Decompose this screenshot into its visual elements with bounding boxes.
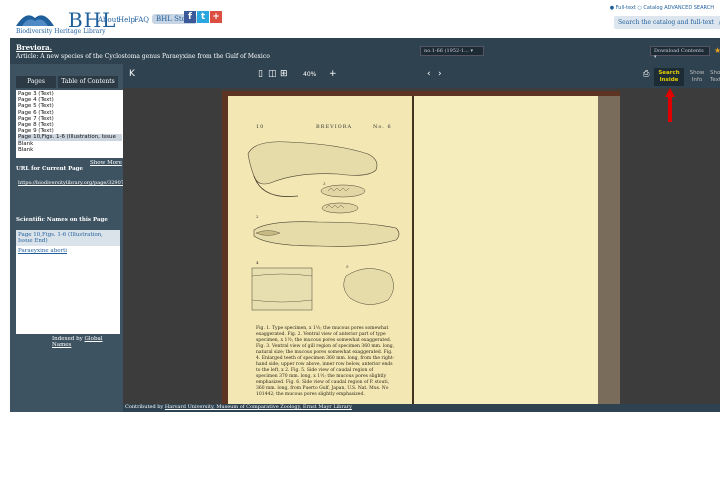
print-icon[interactable]: ⎙ xyxy=(643,69,649,79)
download-contents-button[interactable]: Download Contents ▾ xyxy=(650,46,710,60)
nav-help-link[interactable]: Help xyxy=(118,16,135,24)
article-title[interactable]: Article: A new species of the Cyclostoma… xyxy=(16,53,270,60)
contributor-link[interactable]: Harvard University, Museum of Comparativ… xyxy=(165,404,352,410)
annotation-arrow-icon xyxy=(665,88,675,122)
contributed-by-credit: Contributed by Harvard University, Museu… xyxy=(125,404,352,410)
search-placeholder: Search the catalog and full-text xyxy=(618,19,715,26)
zoom-level: 40% xyxy=(303,71,317,78)
nav-about-link[interactable]: About xyxy=(98,16,119,24)
twitter-icon[interactable]: t xyxy=(197,11,209,23)
svg-text:2: 2 xyxy=(256,214,259,219)
show-more-link[interactable]: Show More xyxy=(90,160,122,166)
next-page-icon[interactable]: › xyxy=(438,69,442,79)
facebook-icon[interactable]: f xyxy=(184,11,196,23)
contributed-prefix: Contributed by xyxy=(125,404,164,410)
show-info-button[interactable]: Show Info xyxy=(686,68,708,86)
pdf-icon[interactable]: ★ xyxy=(714,46,720,55)
page-list-item[interactable]: Blank xyxy=(18,147,122,153)
download-contents-label: Download Contents xyxy=(654,48,704,54)
scientific-names-panel: Scientific Names on this Page Page 10,Fi… xyxy=(16,217,120,397)
site-search-input[interactable]: Search the catalog and full-text ⌕ xyxy=(614,16,720,29)
page-list-item-selected[interactable]: Page 10,Figs. 1-6 (Illustration, Issue xyxy=(18,134,122,141)
scientific-names-page: Page 10,Figs. 1-6 (Illustration, Issue E… xyxy=(16,230,120,246)
page-list[interactable]: Page 3 (Text) Page 4 (Text) Page 5 (Text… xyxy=(16,90,124,158)
single-page-view-icon[interactable]: ▯ xyxy=(258,69,263,79)
svg-text:3: 3 xyxy=(323,181,326,186)
search-inside-button[interactable]: Search Inside xyxy=(654,68,684,86)
scientific-name-link[interactable]: Paraeyxine aberti xyxy=(16,246,120,256)
show-text-button[interactable]: Show Text xyxy=(710,68,720,86)
book-viewer[interactable]: 10 BREVIORA No. 6 2 3 4 5 Fig. 1. Type s… xyxy=(123,88,720,404)
tab-pages[interactable]: Pages xyxy=(16,76,56,88)
contributed-by-bar: Contributed by Harvard University, Museu… xyxy=(123,404,720,412)
left-sidebar: Pages Table of Contents Page 3 (Text) Pa… xyxy=(10,64,130,410)
google-plus-icon[interactable]: + xyxy=(210,11,222,23)
indexed-by-credit: Indexed by Global Names xyxy=(52,336,123,348)
volume-select[interactable]: no.1-66 (1952-1... ▾ xyxy=(420,46,484,56)
next-page-edge xyxy=(598,96,620,404)
svg-text:4: 4 xyxy=(256,260,259,265)
collapse-sidebar-button[interactable]: K xyxy=(129,69,135,79)
book-title-link[interactable]: Breviora. xyxy=(16,43,52,52)
figure-caption: Fig. 1. Type specimen, x 1½; the mucous … xyxy=(256,326,395,397)
nav-faq-link[interactable]: FAQ xyxy=(134,16,149,24)
sidebar-footer xyxy=(10,404,123,412)
viewer-toolbar: K ▯ ◫ ⊞ 40% + ‹ › ⎙ Search Inside Show I… xyxy=(123,64,720,88)
svg-text:5: 5 xyxy=(346,264,349,269)
book-page-left[interactable]: 10 BREVIORA No. 6 2 3 4 5 Fig. 1. Type s… xyxy=(228,96,414,404)
url-label: URL for Current Page xyxy=(16,166,84,172)
book-page-right[interactable] xyxy=(414,96,598,404)
thumbnail-view-icon[interactable]: ⊞ xyxy=(280,69,288,79)
logo-subtitle: Biodiversity Heritage Library xyxy=(16,28,106,35)
tab-table-of-contents[interactable]: Table of Contents xyxy=(58,76,118,88)
bhl-book-viewer-page: { "header": { "logo_text": "BHL", "logo_… xyxy=(0,0,720,480)
volume-select-value: no.1-66 (1952-1... xyxy=(424,48,469,54)
bhl-logo-icon[interactable] xyxy=(16,8,54,26)
previous-page-icon[interactable]: ‹ xyxy=(427,69,431,79)
two-page-view-icon[interactable]: ◫ xyxy=(268,69,277,79)
current-page-url-link[interactable]: https://biodiversitylibrary.org/page/329… xyxy=(18,180,130,186)
search-scope-options[interactable]: ● Full-text ○ Catalog ADVANCED SEARCH xyxy=(610,5,714,11)
zoom-in-icon[interactable]: + xyxy=(329,69,337,79)
scientific-names-box: Page 10,Figs. 1-6 (Illustration, Issue E… xyxy=(16,230,120,334)
scientific-names-heading: Scientific Names on this Page xyxy=(16,217,108,223)
site-header: BHL Biodiversity Heritage Library About … xyxy=(10,0,720,38)
title-bar: Breviora. Article: A new species of the … xyxy=(10,38,720,64)
